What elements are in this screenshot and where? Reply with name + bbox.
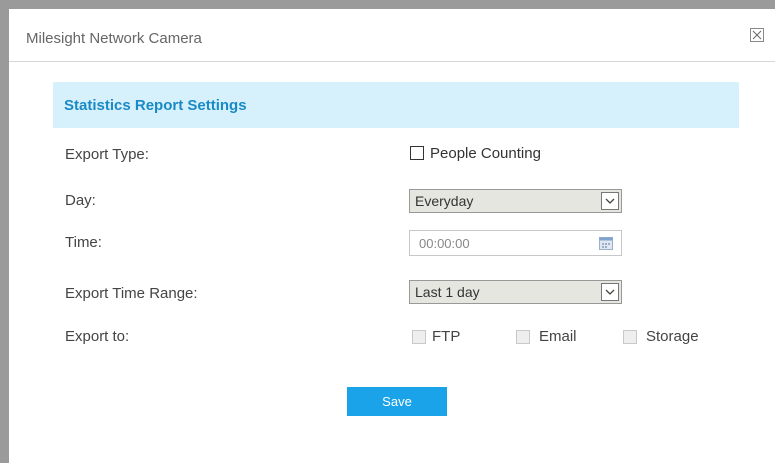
chevron-down-icon	[601, 192, 619, 210]
day-select[interactable]: Everyday	[409, 189, 622, 213]
email-label[interactable]: Email	[539, 328, 577, 345]
close-icon[interactable]	[750, 28, 764, 42]
dialog-title: Milesight Network Camera	[26, 30, 202, 47]
storage-label[interactable]: Storage	[646, 328, 699, 345]
time-label: Time:	[65, 234, 102, 251]
time-input-value: 00:00:00	[419, 236, 470, 251]
chevron-down-icon	[601, 283, 619, 301]
email-checkbox[interactable]	[516, 330, 530, 344]
time-input[interactable]: 00:00:00	[409, 230, 622, 256]
export-time-range-label: Export Time Range:	[65, 285, 198, 302]
storage-checkbox[interactable]	[623, 330, 637, 344]
people-counting-checkbox[interactable]	[410, 146, 424, 160]
dialog: Milesight Network Camera Statistics Repo…	[9, 9, 775, 463]
window-frame-top	[0, 0, 775, 9]
calendar-icon[interactable]	[599, 237, 613, 250]
export-time-range-select[interactable]: Last 1 day	[409, 280, 622, 304]
export-type-label: Export Type:	[65, 146, 149, 163]
ftp-label[interactable]: FTP	[432, 328, 460, 345]
day-select-value: Everyday	[415, 193, 474, 209]
section-title: Statistics Report Settings	[64, 97, 247, 114]
export-time-range-value: Last 1 day	[415, 284, 480, 300]
section-header: Statistics Report Settings	[53, 82, 739, 128]
save-button[interactable]: Save	[347, 387, 447, 416]
window-frame-left	[0, 0, 9, 463]
export-to-label: Export to:	[65, 328, 130, 345]
dialog-titlebar: Milesight Network Camera	[9, 9, 775, 62]
people-counting-label[interactable]: People Counting	[430, 145, 541, 162]
day-label: Day:	[65, 192, 96, 209]
ftp-checkbox[interactable]	[412, 330, 426, 344]
